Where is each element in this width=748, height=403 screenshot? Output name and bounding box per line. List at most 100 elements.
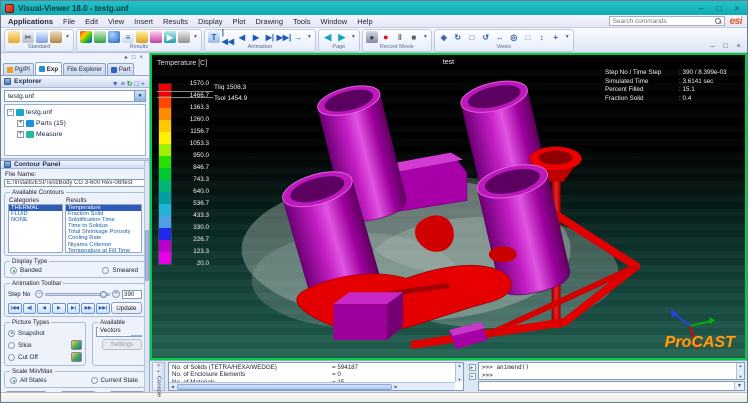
radio-icon[interactable] — [10, 267, 17, 274]
step-decrement-button[interactable]: − — [35, 290, 43, 298]
radio-icon[interactable] — [8, 330, 15, 337]
viewport-3d[interactable]: Temperature [C] 1570.01466.71363.31260.0… — [150, 53, 747, 360]
scroll-up-icon[interactable]: ▲ — [458, 363, 462, 368]
pause-icon[interactable]: ‖ — [394, 31, 406, 43]
panel-scrollbar[interactable] — [144, 161, 149, 392]
menu-item-file[interactable]: File — [58, 16, 80, 27]
view-center-icon[interactable]: + — [550, 31, 562, 43]
console-expand-icon[interactable]: + — [469, 373, 476, 380]
scroll-up-icon[interactable]: ▲ — [739, 363, 743, 368]
radio-cut-off[interactable]: Cut Off — [8, 354, 38, 361]
scroll-down-icon[interactable]: ▼ — [739, 374, 743, 379]
media-forward-button[interactable]: ▶▶ — [81, 303, 95, 314]
chevron-down-icon[interactable]: ▼ — [734, 382, 744, 390]
step-slider[interactable] — [45, 293, 110, 296]
scroll-right-icon[interactable]: ▶ — [393, 384, 400, 389]
tree-item-measure[interactable]: +Measure — [7, 129, 143, 140]
view-spin-icon[interactable]: ↺ — [480, 31, 492, 43]
media-last-icon[interactable]: ▶▶| — [278, 31, 290, 43]
view-pan-icon[interactable]: ↔ — [494, 31, 506, 43]
file-name-field[interactable] — [4, 179, 145, 187]
tree-expander-icon[interactable]: + — [17, 120, 24, 127]
frame-icon[interactable]: T — [208, 31, 220, 43]
menu-item-insert[interactable]: Insert — [129, 16, 158, 27]
result-temperature-at-fill-time[interactable]: Temperature at Fill Time — [66, 248, 141, 253]
camera-icon[interactable]: ● — [366, 31, 378, 43]
settings-button[interactable]: Settings — [102, 339, 142, 350]
close-panel-button[interactable]: Close — [109, 391, 145, 392]
stop-icon[interactable]: ■ — [408, 31, 420, 43]
media-last-button[interactable]: ▶▶| — [96, 303, 110, 314]
tools-icon[interactable] — [178, 31, 190, 43]
toolbar-group-caret[interactable]: ▼ — [351, 34, 356, 40]
float-icon[interactable]: □ — [132, 54, 136, 62]
sphere-icon[interactable] — [108, 31, 120, 43]
console-run-icon[interactable]: ▸ — [469, 364, 476, 371]
python-command-input[interactable] — [479, 382, 734, 390]
menu-item-drawing[interactable]: Drawing — [250, 16, 288, 27]
step-increment-button[interactable]: + — [112, 290, 120, 298]
menu-item-display[interactable]: Display — [193, 16, 228, 27]
mdi-minimize-button[interactable]: – — [708, 43, 717, 50]
radio-slice[interactable]: Slice — [8, 342, 32, 349]
menu-item-plot[interactable]: Plot — [228, 16, 251, 27]
tree-item-parts-15[interactable]: +Parts (15) — [7, 118, 143, 129]
radio-icon[interactable] — [102, 267, 109, 274]
view-iso-icon[interactable]: ◈ — [438, 31, 450, 43]
page-next-icon[interactable]: ▶ — [336, 31, 348, 43]
step-value-field[interactable] — [122, 290, 142, 299]
menu-item-view[interactable]: View — [103, 16, 129, 27]
comment-icon[interactable]: □ — [134, 81, 140, 88]
radio-snapshot[interactable]: Snapshot — [8, 330, 45, 337]
add-icon[interactable]: + — [140, 81, 146, 88]
messages-horizontal-scrollbar[interactable]: ◀ ▶ — [169, 382, 455, 390]
cut-off-icon[interactable] — [71, 352, 82, 362]
maximize-button[interactable]: □ — [713, 4, 725, 13]
view-fit-icon[interactable]: ↕ — [536, 31, 548, 43]
tree-expander-icon[interactable]: − — [7, 109, 14, 116]
slice-icon[interactable] — [71, 340, 82, 350]
menu-item-window[interactable]: Window — [316, 16, 353, 27]
scroll-left-icon[interactable]: ◀ — [169, 384, 176, 389]
console-tab[interactable]: × ▪ Console — [152, 362, 165, 391]
export-icon[interactable]: → — [292, 31, 304, 43]
media-play-icon[interactable]: ▶ — [250, 31, 262, 43]
search-icon[interactable] — [715, 18, 722, 25]
open-folder-icon[interactable] — [8, 31, 20, 43]
toolbar-group-caret[interactable]: ▼ — [565, 34, 570, 40]
minimize-button[interactable]: – — [695, 4, 707, 13]
radio-current-state[interactable]: Current State — [91, 377, 138, 384]
filter-icon[interactable]: ▼ — [111, 81, 120, 88]
image-icon[interactable] — [136, 31, 148, 43]
view-rotate-icon[interactable]: ↻ — [452, 31, 464, 43]
tree-expander-icon[interactable]: + — [17, 131, 24, 138]
columns-icon[interactable]: ≡ — [120, 81, 126, 88]
menu-item-results[interactable]: Results — [158, 16, 193, 27]
radio-icon[interactable] — [91, 377, 98, 384]
scrollbar-thumb[interactable] — [177, 384, 392, 390]
tree-item-testg-unf[interactable]: −testg.unf — [7, 107, 143, 118]
radio-all-states[interactable]: All States — [10, 377, 47, 384]
toolbar-group-caret[interactable]: ▼ — [423, 34, 428, 40]
menu-item-applications[interactable]: Applications — [3, 16, 58, 27]
model-file-combobox[interactable]: testg.unf ▼ — [4, 90, 146, 102]
media-first-icon[interactable]: |◀◀ — [222, 31, 234, 43]
media-next-icon[interactable]: ▶| — [264, 31, 276, 43]
media-play-button[interactable]: ▶ — [52, 303, 66, 314]
copy-icon[interactable] — [36, 31, 48, 43]
media-jumpback-button[interactable]: ◀| — [23, 303, 37, 314]
menu-item-edit[interactable]: Edit — [80, 16, 103, 27]
refresh-icon[interactable]: ↻ — [126, 81, 134, 88]
media-first-button[interactable]: |◀◀ — [8, 303, 22, 314]
pin-icon[interactable]: ▸ — [125, 54, 128, 62]
tab-exp[interactable]: Exp — [35, 62, 62, 75]
scroll-down-icon[interactable]: ▼ — [458, 377, 462, 382]
view-box-icon[interactable]: □ — [522, 31, 534, 43]
close-button[interactable]: × — [731, 4, 743, 13]
search-input[interactable] — [610, 17, 724, 25]
view-front-icon[interactable]: □ — [466, 31, 478, 43]
step-slider-knob[interactable] — [100, 291, 107, 298]
mdi-restore-button[interactable]: □ — [721, 43, 730, 50]
cut-icon[interactable]: ✂ — [22, 31, 34, 43]
pin-icon[interactable]: ▪ — [158, 370, 160, 375]
